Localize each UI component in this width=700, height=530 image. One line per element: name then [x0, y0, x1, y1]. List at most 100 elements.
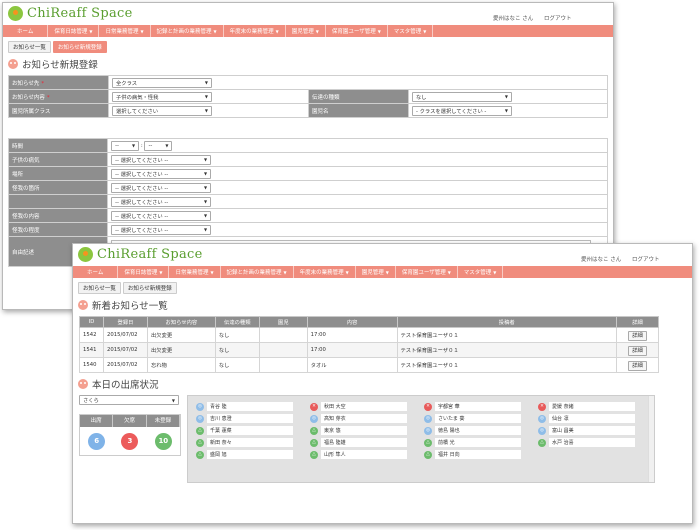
class-select[interactable]: 選択してください ▼ [112, 105, 212, 116]
child-item[interactable]: ◎ 高知 芽衣 [310, 413, 420, 424]
status-blue-icon: ◎ [310, 414, 318, 423]
nav-home[interactable]: ホーム [73, 266, 119, 278]
face-icon [78, 379, 88, 389]
panel-scrollbar[interactable] [648, 396, 654, 482]
user-area: 愛州はなこ さん ログアウト [581, 255, 660, 263]
class-select[interactable]: さくら ▼ [79, 395, 179, 405]
tab-news-list[interactable]: お知らせ一覧 [78, 282, 121, 294]
cell-author: テスト保育園ユーザ０１ [396, 342, 618, 358]
hour-select[interactable]: -- ▼ [111, 140, 140, 151]
col-date: 登録日 [102, 316, 148, 328]
child-item[interactable]: ◎ 青谷 陸 [196, 401, 306, 412]
nav-users[interactable]: 保育園ユーザ管理 ▼ [326, 25, 388, 37]
child-item[interactable]: △ 福井 日向 [424, 449, 534, 460]
logout-link[interactable]: ログアウト [544, 16, 572, 22]
logo[interactable]: ChiReaff Space [78, 247, 203, 262]
child-item[interactable]: △ 新田 奈々 [196, 437, 306, 448]
minute-select[interactable]: -- ▼ [144, 140, 173, 151]
dest-select[interactable]: 全クラス ▼ [112, 77, 212, 88]
child-item[interactable]: △ 前橋 光 [424, 437, 534, 448]
child-item[interactable]: △ 福島 陸雄 [310, 437, 420, 448]
child-item[interactable]: ✕ 宇都宮 華 [424, 401, 534, 412]
content-select[interactable]: 子供の病気・怪我 ▼ [112, 91, 212, 102]
transmit-select[interactable]: なし ▼ [412, 91, 512, 102]
injury-level-select[interactable]: -- 選択してください -- ▼ [111, 224, 212, 235]
nav-users[interactable]: 保育園ユーザ管理 ▼ [396, 266, 458, 278]
child-label: 園児名 [308, 103, 409, 118]
nav-daily[interactable]: 日常業務管理 ▼ [169, 266, 221, 278]
illness-select[interactable]: -- 選択してください -- ▼ [111, 154, 212, 165]
cell-type: なし [214, 327, 260, 343]
nav-yearend[interactable]: 年度末の業務管理 ▼ [294, 266, 356, 278]
child-item[interactable]: ◎ 吉川 恵澄 [196, 413, 306, 424]
child-item[interactable]: ✕ 秋田 大空 [310, 401, 420, 412]
nav-yearend[interactable]: 年度末の業務管理 ▼ [224, 25, 286, 37]
col-body: 内容 [306, 316, 398, 328]
child-item[interactable]: ◎ 富山 昌美 [538, 425, 648, 436]
children-column: ◎ 青谷 陸 ◎ 吉川 恵澄 △ 千葉 蓮菜 △ 新田 奈々 △ 盛岡 旭 [196, 401, 306, 461]
injury-content-select[interactable]: -- 選択してください -- ▼ [111, 210, 212, 221]
child-name: 山形 隼人 [321, 450, 407, 459]
child-item[interactable]: ◎ 徳島 陽也 [424, 425, 534, 436]
nav-children[interactable]: 園児管理 ▼ [286, 25, 326, 37]
status-blue-icon: ◎ [538, 426, 546, 435]
logo-text: ChiReaff Space [97, 247, 203, 262]
nav-master[interactable]: マスタ管理 ▼ [388, 25, 434, 37]
child-item[interactable]: △ 山形 隼人 [310, 449, 420, 460]
status-green-icon: △ [196, 450, 204, 459]
nav-diary[interactable]: 保育日誌管理 ▼ [118, 266, 170, 278]
news-section-title: 新着お知らせ一覧 [73, 294, 692, 316]
unregistered-label: 未登録 [147, 415, 180, 427]
place-select[interactable]: -- 選択してください -- ▼ [111, 168, 212, 179]
tab-news-new[interactable]: お知らせ新規登録 [122, 282, 177, 294]
child-name: 秋田 大空 [321, 402, 407, 411]
cell-content: 忘れ物 [146, 357, 216, 373]
nav-daily[interactable]: 日常業務管理 ▼ [99, 25, 151, 37]
detail-button[interactable]: 詳細 [628, 331, 647, 341]
tab-news-new[interactable]: お知らせ新規登録 [52, 41, 107, 53]
tab-news-list[interactable]: お知らせ一覧 [8, 41, 51, 53]
detail-button[interactable]: 詳細 [628, 361, 647, 371]
child-name: 水戸 治喜 [549, 438, 635, 447]
child-name: 宇都宮 華 [435, 402, 521, 411]
child-item[interactable]: ◎ さいたま 葵 [424, 413, 534, 424]
main-nav: ホーム 保育日誌管理 ▼ 日常業務管理 ▼ 記録と計画の業務管理 ▼ 年度末の業務管理… [73, 266, 692, 278]
status-blue-icon: ◎ [424, 426, 432, 435]
nav-diary[interactable]: 保育日誌管理 ▼ [48, 25, 100, 37]
attendance-counts: 出席 欠席 未登録 6 3 10 [79, 414, 181, 456]
cell-date: 2015/07/02 [102, 342, 148, 358]
nav-records[interactable]: 記録と計画の業務管理 ▼ [151, 25, 224, 37]
injury-place-select-2[interactable]: -- 選択してください -- ▼ [111, 196, 212, 207]
child-item[interactable]: △ 千葉 蓮菜 [196, 425, 306, 436]
child-name: 愛媛 奈緒 [549, 402, 635, 411]
cell-type: なし [214, 357, 260, 373]
cell-child [258, 342, 308, 358]
nav-records[interactable]: 記録と計画の業務管理 ▼ [221, 266, 294, 278]
logo[interactable]: ChiReaff Space [8, 6, 133, 21]
logout-link[interactable]: ログアウト [632, 257, 660, 263]
cell-id: 1540 [79, 357, 104, 373]
cell-author: テスト保育園ユーザ０１ [396, 327, 618, 343]
child-item[interactable]: △ 東京 悠 [310, 425, 420, 436]
status-green-icon: △ [538, 438, 546, 447]
child-select[interactable]: - クラスを選択してください - ▼ [412, 105, 512, 116]
child-name: 徳島 陽也 [435, 426, 521, 435]
child-name: 吉川 恵澄 [207, 414, 293, 423]
nav-master[interactable]: マスタ管理 ▼ [458, 266, 504, 278]
injury-place-select[interactable]: -- 選択してください -- ▼ [111, 182, 212, 193]
status-red-icon: ✕ [538, 402, 546, 411]
notice-form-top: お知らせ先 * 全クラス ▼ お知らせ内容 * 子供の病気・怪我 ▼ 伝達の種類 なし ▼… [8, 75, 608, 118]
status-green-icon: △ [310, 426, 318, 435]
child-item[interactable]: ◎ 仙台 凛 [538, 413, 648, 424]
child-item[interactable]: ✕ 愛媛 奈緒 [538, 401, 648, 412]
detail-button[interactable]: 詳細 [628, 346, 647, 356]
nav-children[interactable]: 園児管理 ▼ [356, 266, 396, 278]
cell-content: 出欠変更 [146, 327, 216, 343]
child-item[interactable]: △ 水戸 治喜 [538, 437, 648, 448]
child-item[interactable]: △ 盛岡 旭 [196, 449, 306, 460]
children-column: ✕ 秋田 大空 ◎ 高知 芽衣 △ 東京 悠 △ 福島 陸雄 △ 山形 隼人 [310, 401, 420, 461]
child-name: 高知 芽衣 [321, 414, 407, 423]
status-green-icon: △ [424, 450, 432, 459]
page-title: お知らせ新規登録 [22, 60, 98, 71]
nav-home[interactable]: ホーム [3, 25, 49, 37]
